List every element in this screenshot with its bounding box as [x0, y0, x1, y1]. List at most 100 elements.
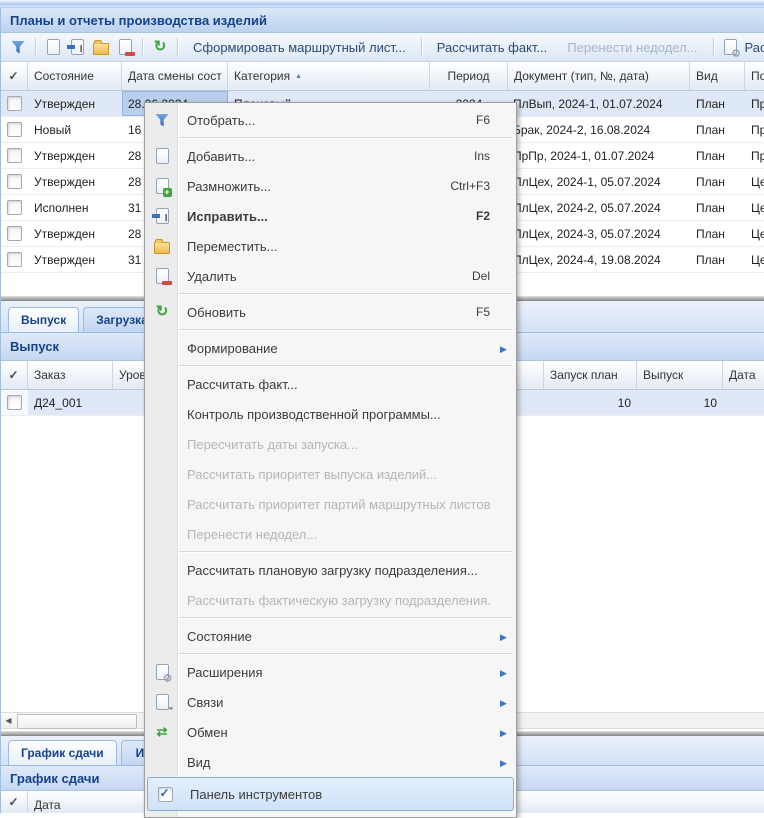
- menu-separator: [179, 551, 512, 553]
- menu-item-planned-load[interactable]: Рассчитать плановую загрузку подразделен…: [145, 555, 516, 585]
- menu-item-program-control[interactable]: Контроль производственной программы...: [145, 399, 516, 429]
- menu-item-formation[interactable]: Формирование: [145, 333, 516, 363]
- tab-vypusk[interactable]: Выпуск: [8, 307, 79, 332]
- cell-date: [723, 390, 764, 415]
- row-checkbox[interactable]: [7, 122, 22, 137]
- edit-button[interactable]: [65, 35, 89, 59]
- col-release[interactable]: Выпуск: [637, 361, 723, 389]
- row-checkbox[interactable]: [7, 395, 22, 410]
- cell-document: ПлВып, 2024-1, 01.07.2024: [508, 91, 690, 116]
- col-period[interactable]: Период: [430, 62, 508, 90]
- output-panel-title: Выпуск: [10, 339, 59, 354]
- row-checkbox-cell[interactable]: [0, 143, 28, 168]
- menu-item-add[interactable]: Добавить... Ins: [145, 141, 516, 171]
- scrollbar-thumb[interactable]: [17, 714, 137, 729]
- move-button[interactable]: [89, 35, 113, 59]
- menu-item-state[interactable]: Состояние: [145, 621, 516, 651]
- refresh-icon: [152, 39, 168, 55]
- cell-state: Исполнен: [28, 195, 122, 220]
- submenu-arrow-icon: [500, 665, 516, 679]
- menu-item-extensions[interactable]: Расширения: [145, 657, 516, 687]
- scroll-left-button[interactable]: ◀: [0, 713, 18, 728]
- menu-item-refresh[interactable]: Обновить F5: [145, 297, 516, 327]
- cell-state: Утвержден: [28, 143, 122, 168]
- row-checkbox[interactable]: [7, 252, 22, 267]
- delete-button[interactable]: [113, 35, 137, 59]
- menu-item-actual-load: Рассчитать фактическую загрузку подразде…: [145, 585, 516, 615]
- tab-grafik-sdachi[interactable]: График сдачи: [8, 740, 117, 765]
- calc-fact-button[interactable]: Рассчитать факт...: [427, 40, 558, 55]
- menu-item-recalc-launch-dates: Пересчитать даты запуска...: [145, 429, 516, 459]
- col-launch-plan[interactable]: Запуск план: [544, 361, 637, 389]
- filter-button[interactable]: [6, 35, 30, 59]
- col-check[interactable]: ✓: [0, 791, 28, 813]
- row-checkbox-cell[interactable]: [0, 390, 28, 415]
- parent-tabbar-strip: [0, 0, 764, 8]
- col-check[interactable]: ✓: [0, 62, 28, 90]
- row-checkbox-cell[interactable]: [0, 221, 28, 246]
- refresh-icon: [154, 304, 170, 320]
- extensions-icon: [156, 664, 169, 680]
- links-icon: [156, 694, 169, 710]
- cell-unit: Цех: [745, 195, 764, 220]
- cell-state: Утвержден: [28, 169, 122, 194]
- delete-document-icon: [119, 39, 132, 55]
- menu-item-move[interactable]: Переместить...: [145, 231, 516, 261]
- col-state[interactable]: Состояние: [28, 62, 122, 90]
- menu-item-links[interactable]: Связи: [145, 687, 516, 717]
- col-kind[interactable]: Вид: [690, 62, 745, 90]
- menu-separator: [179, 617, 512, 619]
- main-toolbar: Сформировать маршрутный лист... Рассчита…: [0, 33, 764, 62]
- menu-separator: [179, 329, 512, 331]
- schedule-panel-title: График сдачи: [10, 771, 99, 786]
- menu-item-edit[interactable]: Исправить... F2: [145, 201, 516, 231]
- cell-order: Д24_001: [28, 390, 113, 415]
- row-checkbox-cell[interactable]: [0, 169, 28, 194]
- cell-kind: План: [690, 91, 745, 116]
- add-button[interactable]: [41, 35, 65, 59]
- cell-kind: План: [690, 143, 745, 168]
- col-check[interactable]: ✓: [0, 361, 28, 389]
- extensions-button-icon-wrap[interactable]: [719, 35, 743, 59]
- row-checkbox-cell[interactable]: [0, 91, 28, 116]
- cell-unit: Цех: [745, 169, 764, 194]
- route-sheet-button[interactable]: Сформировать маршрутный лист...: [183, 40, 416, 55]
- toolbar-separator: [421, 38, 422, 56]
- cell-kind: План: [690, 247, 745, 272]
- extensions-button[interactable]: Расширения: [743, 40, 764, 55]
- row-checkbox[interactable]: [7, 174, 22, 189]
- row-checkbox-cell[interactable]: [0, 195, 28, 220]
- delete-document-icon: [156, 268, 169, 284]
- menu-item-filter[interactable]: Отобрать... F6: [145, 105, 516, 135]
- col-category[interactable]: Категория▲: [228, 62, 430, 90]
- row-checkbox[interactable]: [7, 148, 22, 163]
- col-unit[interactable]: Подразделение: [745, 62, 764, 90]
- cell-kind: План: [690, 169, 745, 194]
- cell-document: ПрПр, 2024-1, 01.07.2024: [508, 143, 690, 168]
- checked-checkbox-icon[interactable]: [158, 787, 173, 802]
- row-checkbox-cell[interactable]: [0, 247, 28, 272]
- col-document[interactable]: Документ (тип, №, дата): [508, 62, 690, 90]
- extensions-icon: [724, 39, 737, 55]
- menu-item-duplicate[interactable]: Размножить... Ctrl+F3: [145, 171, 516, 201]
- col-date[interactable]: Дата: [723, 361, 764, 389]
- menu-item-delete[interactable]: Удалить Del: [145, 261, 516, 291]
- menu-item-toolbar-toggle[interactable]: Панель инструментов: [147, 777, 514, 811]
- cell-state: Утвержден: [28, 221, 122, 246]
- menu-item-view[interactable]: Вид: [145, 747, 516, 777]
- row-checkbox[interactable]: [7, 96, 22, 111]
- menu-item-calc-fact[interactable]: Рассчитать факт...: [145, 369, 516, 399]
- submenu-arrow-icon: [500, 341, 516, 355]
- carry-over-button: Перенести недодел...: [557, 40, 707, 55]
- cell-document: ПлЦех, 2024-3, 05.07.2024: [508, 221, 690, 246]
- col-date[interactable]: Дата смены сост: [122, 62, 228, 90]
- row-checkbox[interactable]: [7, 200, 22, 215]
- refresh-button[interactable]: [148, 35, 172, 59]
- row-checkbox-cell[interactable]: [0, 117, 28, 142]
- context-menu: Отобрать... F6 Добавить... Ins Размножит…: [144, 102, 517, 818]
- new-document-icon: [47, 39, 60, 55]
- col-order[interactable]: Заказ: [28, 361, 113, 389]
- row-checkbox[interactable]: [7, 226, 22, 241]
- menu-separator: [179, 365, 512, 367]
- menu-item-exchange[interactable]: Обмен: [145, 717, 516, 747]
